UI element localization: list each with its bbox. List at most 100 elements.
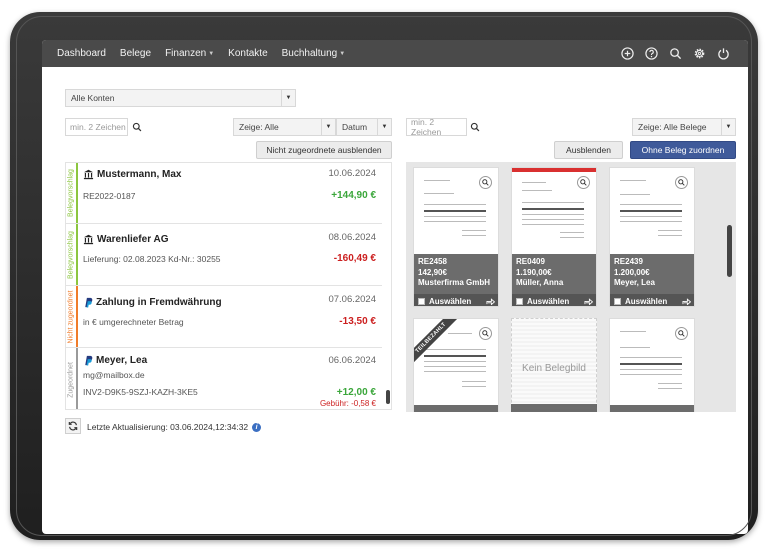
zoom-icon[interactable] [479, 327, 492, 340]
filter-select-value: Zeige: Alle Belege [638, 122, 707, 132]
plus-circle-icon[interactable] [621, 47, 634, 60]
nav-label: Finanzen [165, 48, 207, 59]
receipt-card[interactable]: RE2458 142,90€ Musterfirma GmbH Auswähle… [413, 167, 499, 307]
receipt-card[interactable]: RE0409 1.190,00€ Müller, Anna Auswählen [511, 167, 597, 307]
select-label: Auswählen [527, 296, 570, 306]
app-screen: Dashboard Belege Finanzen ▼ Kontakte Buch… [42, 40, 748, 534]
chevron-down-icon: ▼ [339, 50, 346, 57]
account-select[interactable]: Alle Konten ▼ [65, 89, 296, 107]
zoom-icon[interactable] [479, 176, 492, 189]
search-icon[interactable] [128, 118, 146, 136]
top-navigation: Dashboard Belege Finanzen ▼ Kontakte Buch… [42, 40, 748, 67]
transaction-date: 06.06.2024 [328, 355, 376, 366]
refresh-button[interactable] [65, 418, 81, 434]
receipt-card[interactable]: RE2439 1.200,00€ Meyer, Lea Auswählen [609, 167, 695, 307]
bank-icon [83, 169, 94, 180]
transaction-reference: RE2022-0187 [83, 191, 136, 201]
receipt-card[interactable]: Kein Belegbild [511, 318, 597, 412]
nav-label: Buchhaltung [281, 48, 338, 59]
left-search-input[interactable]: min. 2 Zeichen [65, 118, 128, 136]
transaction-reference: in € umgerechneter Betrag [83, 317, 184, 327]
last-update-label: Letzte Aktualisierung: 03.06.2024,12:34:… [87, 422, 262, 432]
share-icon[interactable] [486, 297, 495, 305]
nav-label: Dashboard [57, 48, 106, 59]
hide-unassigned-button[interactable]: Nicht zugeordnete ausblenden [256, 141, 392, 159]
receipt-amount: 142,90€ [418, 267, 447, 277]
sort-select[interactable]: Datum ▼ [336, 118, 392, 136]
assign-without-receipt-button[interactable]: Ohne Beleg zuordnen [630, 141, 736, 159]
transaction-reference: INV2-D9K5-9SZJ-KAZH-3KE5 [83, 387, 198, 397]
share-icon[interactable] [682, 297, 691, 305]
counterparty-name: Meyer, Lea [96, 355, 148, 366]
receipt-contact: Meyer, Lea [614, 278, 655, 287]
transaction-row[interactable]: Belegvorschlag Mustermann, Max 10.06.202… [66, 163, 382, 224]
help-circle-icon[interactable] [645, 47, 658, 60]
select-checkbox[interactable]: Auswählen [512, 294, 596, 306]
select-checkbox[interactable]: Auswählen [610, 294, 694, 306]
gear-icon[interactable] [693, 47, 706, 60]
receipt-contact: Müller, Anna [516, 278, 564, 287]
list-scrollbar[interactable] [386, 390, 390, 404]
zoom-icon[interactable] [675, 327, 688, 340]
checkbox[interactable] [418, 297, 425, 305]
nav-belege[interactable]: Belege [120, 48, 151, 59]
left-filter-select[interactable]: Zeige: Alle ▼ [233, 118, 336, 136]
receipt-number: RE2439 [614, 257, 643, 266]
refresh-icon [68, 421, 78, 431]
nav-icon-group [621, 40, 730, 67]
status-badge: Belegvorschlag [66, 224, 78, 285]
zoom-icon[interactable] [675, 176, 688, 189]
info-icon[interactable]: i [252, 422, 262, 432]
receipt-number: RE2458 [418, 257, 447, 266]
receipt-info: RE2439 1.200,00€ Meyer, Lea [610, 254, 694, 294]
transaction-title: Mustermann, Max [83, 169, 181, 180]
zoom-icon[interactable] [577, 176, 590, 189]
nav-label: Belege [119, 48, 152, 59]
no-image-placeholder: Kein Belegbild [511, 318, 597, 412]
bank-icon [83, 234, 94, 245]
last-update-text: Letzte Aktualisierung: 03.06.2024,12:34:… [87, 422, 249, 432]
chevron-down-icon: ▼ [281, 90, 295, 106]
transaction-title: Zahlung in Fremdwährung [83, 297, 222, 308]
receipt-amount: 1.200,00€ [614, 267, 650, 277]
transaction-row[interactable]: Belegvorschlag Warenliefer AG 08.06.2024… [66, 224, 382, 286]
right-filter-select[interactable]: Zeige: Alle Belege ▼ [632, 118, 736, 136]
paypal-icon [85, 355, 93, 366]
transaction-fee: Gebühr: -0,58 € [319, 399, 376, 408]
receipt-card[interactable] [609, 318, 695, 412]
checkbox[interactable] [516, 297, 523, 305]
transaction-title: Meyer, Lea [83, 355, 147, 366]
transaction-date: 08.06.2024 [328, 232, 376, 243]
status-badge: Zugeordnet [66, 348, 78, 409]
transaction-list: Belegvorschlag Mustermann, Max 10.06.202… [65, 162, 392, 410]
receipt-card[interactable]: TEILBEZAHLT [413, 318, 499, 412]
transaction-amount: +12,00 € [336, 387, 376, 398]
counterparty-name: Warenliefer AG [97, 234, 169, 245]
receipt-info: RE2458 142,90€ Musterfirma GmbH [414, 254, 498, 294]
chevron-down-icon: ▼ [321, 119, 335, 135]
right-search-input[interactable]: min. 2 Zeichen [406, 117, 467, 137]
select-checkbox[interactable]: Auswählen [414, 294, 498, 306]
transaction-row[interactable]: Zugeordnet Meyer, Lea 06.06.2024 mg@mail… [66, 348, 382, 409]
filter-select-value: Zeige: Alle [239, 122, 279, 132]
search-icon[interactable] [467, 118, 483, 136]
transaction-amount: +144,90 € [331, 190, 376, 201]
paypal-icon [85, 297, 93, 308]
checkbox[interactable] [614, 297, 621, 305]
receipt-number: RE0409 [516, 257, 545, 266]
receipt-info [511, 404, 597, 412]
share-icon[interactable] [584, 297, 593, 305]
nav-dashboard[interactable]: Dashboard [57, 48, 106, 59]
transaction-row[interactable]: Nicht zugeordnet Zahlung in Fremdwährung… [66, 286, 382, 348]
nav-kontakte[interactable]: Kontakte [228, 48, 267, 59]
search-icon[interactable] [669, 47, 682, 60]
grid-scrollbar[interactable] [727, 225, 732, 277]
power-icon[interactable] [717, 47, 730, 60]
transaction-title: Warenliefer AG [83, 234, 169, 245]
select-label: Auswählen [429, 296, 472, 306]
nav-finanzen[interactable]: Finanzen ▼ [165, 48, 214, 59]
hide-receipts-button[interactable]: Ausblenden [554, 141, 623, 159]
nav-label: Kontakte [228, 48, 268, 59]
nav-buchhaltung[interactable]: Buchhaltung ▼ [282, 48, 346, 59]
chevron-down-icon: ▼ [377, 119, 391, 135]
